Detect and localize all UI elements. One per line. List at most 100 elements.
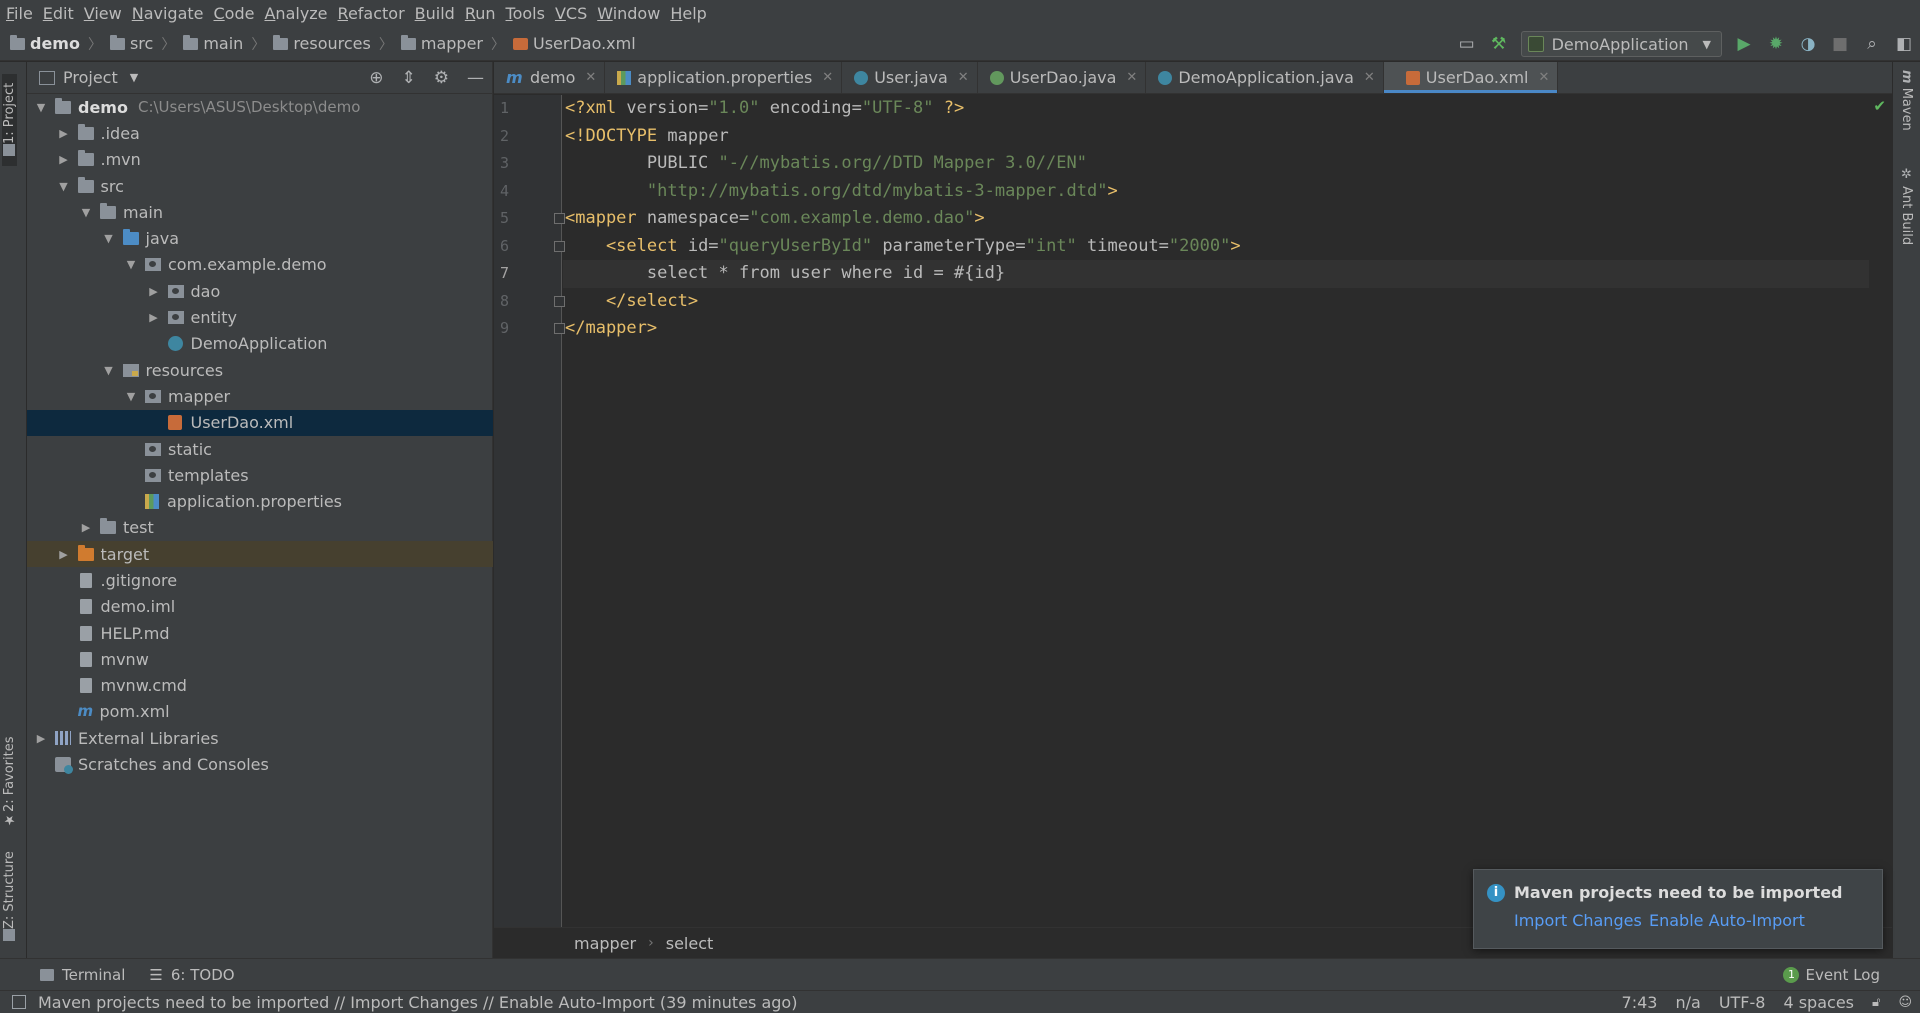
locate-file-icon[interactable]: ⊕: [369, 68, 383, 88]
code-line[interactable]: <?xml version="1.0" encoding="UTF-8" ?>: [563, 95, 1869, 123]
tree-item[interactable]: ▼ resources: [27, 357, 493, 383]
status-message[interactable]: Maven projects need to be imported // Im…: [38, 993, 797, 1012]
breadcrumb-item[interactable]: demo 〉: [10, 34, 110, 54]
code-line[interactable]: <!DOCTYPE mapper: [563, 123, 1869, 151]
chevron-right-icon[interactable]: ▶: [33, 732, 49, 745]
code-line[interactable]: </select>: [563, 288, 1869, 316]
caret-position[interactable]: 7:43: [1622, 993, 1658, 1012]
tree-item[interactable]: ▶DemoApplication: [27, 331, 493, 357]
tree-item[interactable]: ▶ target: [27, 541, 493, 568]
run-icon[interactable]: ▶: [1730, 30, 1758, 58]
chevron-right-icon[interactable]: ▶: [56, 548, 72, 561]
tab-project-tool[interactable]: 1: Project: [2, 74, 17, 166]
code-line[interactable]: <select id="queryUserById" parameterType…: [563, 233, 1869, 261]
tree-item[interactable]: ▶application.properties: [27, 488, 493, 514]
tab-demo[interactable]: m demo ✕: [494, 62, 606, 93]
editor-breadcrumb-mapper[interactable]: mapper: [574, 934, 636, 953]
chevron-right-icon[interactable]: ▶: [56, 153, 72, 166]
menu-analyze[interactable]: Analyze: [264, 4, 335, 23]
menu-edit[interactable]: Edit: [43, 4, 82, 23]
tab-userdao-xml[interactable]: UserDao.xml ✕: [1383, 62, 1559, 93]
code-line[interactable]: <mapper namespace="com.example.demo.dao"…: [563, 205, 1869, 233]
terminal-tool-button[interactable]: Terminal: [40, 966, 125, 984]
breadcrumb-item[interactable]: mapper 〉: [400, 34, 513, 54]
gear-icon[interactable]: ⚙: [434, 68, 449, 88]
code-line[interactable]: </mapper>: [563, 315, 1869, 343]
tree-item[interactable]: ▶static: [27, 436, 493, 462]
tree-item[interactable]: ▼ demo C:\Users\ASUS\Desktop\demo: [27, 94, 493, 120]
debug-icon[interactable]: ✹: [1762, 30, 1790, 58]
chevron-down-icon[interactable]: ▼: [123, 258, 139, 271]
tree-item[interactable]: ▼ java: [27, 225, 493, 251]
inspector-icon[interactable]: ☺: [1898, 995, 1912, 1010]
close-icon[interactable]: ✕: [1538, 70, 1549, 85]
menu-run[interactable]: Run: [465, 4, 504, 23]
menu-refactor[interactable]: Refactor: [338, 4, 413, 23]
terminal-toolbar-icon[interactable]: ▭: [1453, 30, 1481, 58]
menu-vcs[interactable]: VCS: [555, 4, 595, 23]
inspection-ok-icon[interactable]: ✔: [1873, 97, 1886, 115]
event-log-button[interactable]: 1 Event Log: [1783, 959, 1880, 991]
code-editor[interactable]: 123456789 <?xml version="1.0" encoding="…: [494, 95, 1892, 927]
breadcrumb-item[interactable]: main 〉: [183, 34, 273, 54]
chevron-down-icon[interactable]: ▼: [56, 180, 72, 193]
menu-code[interactable]: Code: [214, 4, 263, 23]
close-icon[interactable]: ✕: [822, 70, 833, 85]
enable-auto-import-link[interactable]: Enable Auto-Import: [1649, 911, 1805, 930]
tree-item[interactable]: ▶ test: [27, 515, 493, 541]
tab-user-java[interactable]: User.java ✕: [842, 62, 978, 93]
chevron-down-icon[interactable]: ▼: [78, 206, 94, 219]
menu-window[interactable]: Window: [597, 4, 668, 23]
breadcrumb-item[interactable]: resources 〉: [273, 34, 401, 54]
layout-icon[interactable]: ◧: [1890, 30, 1918, 58]
tree-item[interactable]: ▶ entity: [27, 304, 493, 330]
close-icon[interactable]: ✕: [958, 70, 969, 85]
project-view-selector[interactable]: Project: [63, 68, 118, 87]
chevron-right-icon[interactable]: ▶: [78, 521, 94, 534]
search-icon[interactable]: ⌕: [1858, 30, 1886, 58]
todo-tool-button[interactable]: ☰ 6: TODO: [149, 966, 234, 984]
chevron-down-icon[interactable]: ▼: [101, 232, 117, 245]
import-changes-link[interactable]: Import Changes: [1514, 911, 1642, 930]
build-hammer-icon[interactable]: ⚒: [1485, 30, 1513, 58]
tab-structure-tool[interactable]: Z: Structure: [2, 847, 17, 947]
indent-setting[interactable]: 4 spaces: [1783, 993, 1854, 1012]
lock-icon[interactable]: 🔓︎: [1872, 995, 1880, 1010]
tree-item[interactable]: ▶ .idea: [27, 120, 493, 146]
chevron-right-icon[interactable]: ▶: [146, 311, 162, 324]
file-encoding[interactable]: UTF-8: [1719, 993, 1766, 1012]
close-icon[interactable]: ✕: [585, 70, 596, 85]
tree-item[interactable]: ▶mvnw.cmd: [27, 673, 493, 699]
tree-item[interactable]: ▶templates: [27, 462, 493, 488]
code-line[interactable]: PUBLIC "-//mybatis.org//DTD Mapper 3.0//…: [563, 150, 1869, 178]
tab-ant-build-tool[interactable]: ✲ Ant Build: [1899, 167, 1914, 245]
tree-item[interactable]: ▶mvnw: [27, 646, 493, 672]
coverage-icon[interactable]: ◑: [1794, 30, 1822, 58]
tree-item[interactable]: ▼ src: [27, 173, 493, 199]
tree-item[interactable]: ▶UserDao.xml: [27, 409, 493, 436]
tab-favorites-tool[interactable]: ★ 2: Favorites: [2, 727, 17, 827]
tab-userdao-java[interactable]: UserDao.java ✕: [978, 62, 1147, 93]
chevron-right-icon[interactable]: ▶: [146, 285, 162, 298]
collapse-all-icon[interactable]: ⇕: [402, 68, 416, 88]
tree-item[interactable]: ▼ main: [27, 199, 493, 225]
code-area[interactable]: <?xml version="1.0" encoding="UTF-8" ?> <…: [563, 95, 1869, 343]
chevron-down-icon[interactable]: ▼: [130, 71, 138, 84]
tree-item[interactable]: ▶ .mvn: [27, 147, 493, 173]
toggle-tool-windows-icon[interactable]: [12, 995, 26, 1009]
tree-item[interactable]: ▶.gitignore: [27, 567, 493, 593]
tree-item[interactable]: ▶Scratches and Consoles: [27, 751, 493, 777]
close-icon[interactable]: ✕: [1364, 70, 1375, 85]
stop-icon[interactable]: ■: [1826, 30, 1854, 58]
tree-item[interactable]: ▶mpom.xml: [27, 699, 493, 725]
tree-item[interactable]: ▶ dao: [27, 278, 493, 304]
tab-application-properties[interactable]: application.properties ✕: [605, 62, 843, 93]
menu-navigate[interactable]: Navigate: [132, 4, 212, 23]
code-line[interactable]: select * from user where id = #{id}: [563, 260, 1869, 288]
tree-item[interactable]: ▶demo.iml: [27, 594, 493, 620]
breadcrumb-item[interactable]: src 〉: [109, 34, 183, 54]
menu-file[interactable]: File: [6, 4, 41, 23]
menu-build[interactable]: Build: [415, 4, 463, 23]
menu-help[interactable]: Help: [670, 4, 714, 23]
editor-breadcrumb-select[interactable]: select: [666, 934, 714, 953]
